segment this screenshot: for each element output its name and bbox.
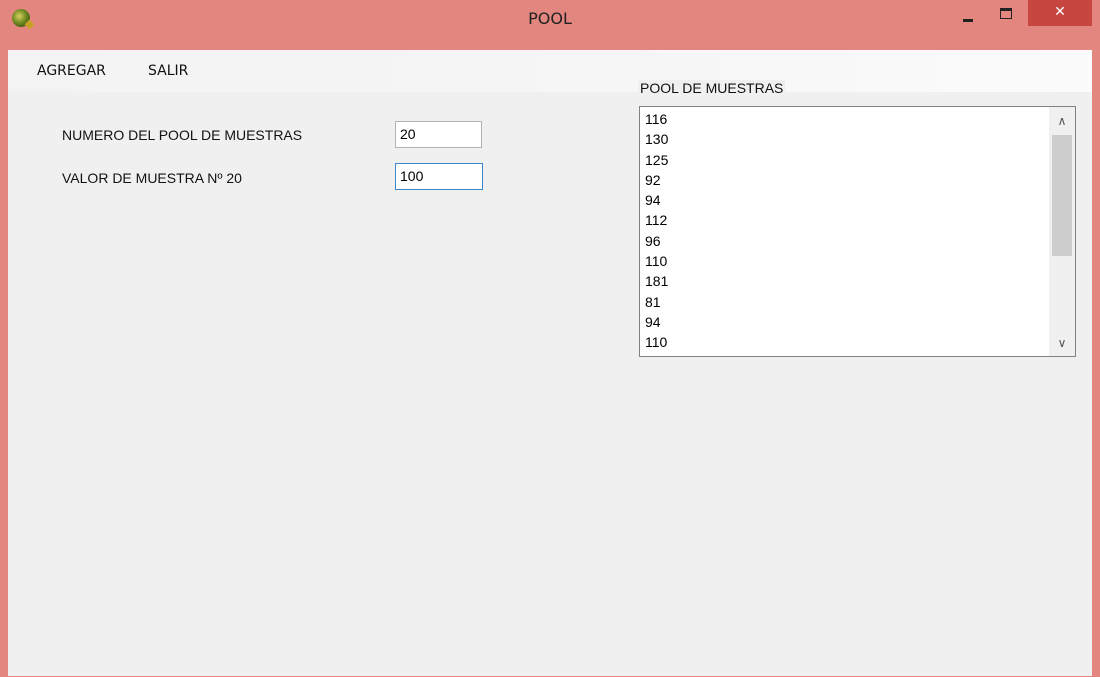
maximize-icon[interactable]: [996, 5, 1016, 23]
list-item[interactable]: 96: [645, 231, 668, 251]
list-item[interactable]: 112: [645, 210, 668, 230]
menu-item-agregar[interactable]: AGREGAR: [37, 63, 106, 79]
list-item[interactable]: 130: [645, 129, 668, 149]
menu-item-salir[interactable]: SALIR: [148, 63, 188, 79]
pool-scrollbar[interactable]: ∧ ∨: [1049, 107, 1075, 356]
client-area: AGREGAR SALIR NUMERO DEL POOL DE MUESTRA…: [8, 50, 1092, 676]
minimize-icon[interactable]: [960, 7, 978, 25]
pool-window: POOL ✕ AGREGAR SALIR NUMERO DEL POOL DE …: [0, 0, 1100, 677]
menu-bar: AGREGAR SALIR: [8, 50, 1092, 92]
pool-list-title: POOL DE MUESTRAS: [638, 80, 786, 96]
sample-value-label: VALOR DE MUESTRA Nº 20: [62, 170, 242, 186]
list-item[interactable]: 81: [645, 292, 668, 312]
list-item[interactable]: 116: [645, 109, 668, 129]
scroll-thumb[interactable]: [1052, 135, 1072, 256]
sample-value-input[interactable]: 100: [395, 163, 483, 190]
list-item[interactable]: 110: [645, 332, 668, 352]
app-icon[interactable]: [12, 9, 30, 27]
list-item[interactable]: 92: [645, 170, 668, 190]
list-item[interactable]: 94: [645, 312, 668, 332]
list-item[interactable]: 110: [645, 251, 668, 271]
list-item[interactable]: 94: [645, 190, 668, 210]
close-icon[interactable]: ✕: [1028, 0, 1092, 26]
chevron-up-icon[interactable]: ∧: [1049, 107, 1075, 133]
list-item[interactable]: 125: [645, 150, 668, 170]
pool-list: 116 130 125 92 94 112 96 110 181 81 94 110: [645, 109, 668, 353]
pool-number-label: NUMERO DEL POOL DE MUESTRAS: [62, 127, 303, 143]
window-title: POOL: [528, 9, 572, 28]
pool-number-input[interactable]: 20: [395, 121, 482, 148]
list-item[interactable]: 181: [645, 271, 668, 291]
title-bar[interactable]: POOL ✕: [0, 0, 1100, 38]
pool-listbox[interactable]: 116 130 125 92 94 112 96 110 181 81 94 110 ∧ ∨: [639, 106, 1076, 357]
chevron-down-icon[interactable]: ∨: [1049, 330, 1075, 356]
